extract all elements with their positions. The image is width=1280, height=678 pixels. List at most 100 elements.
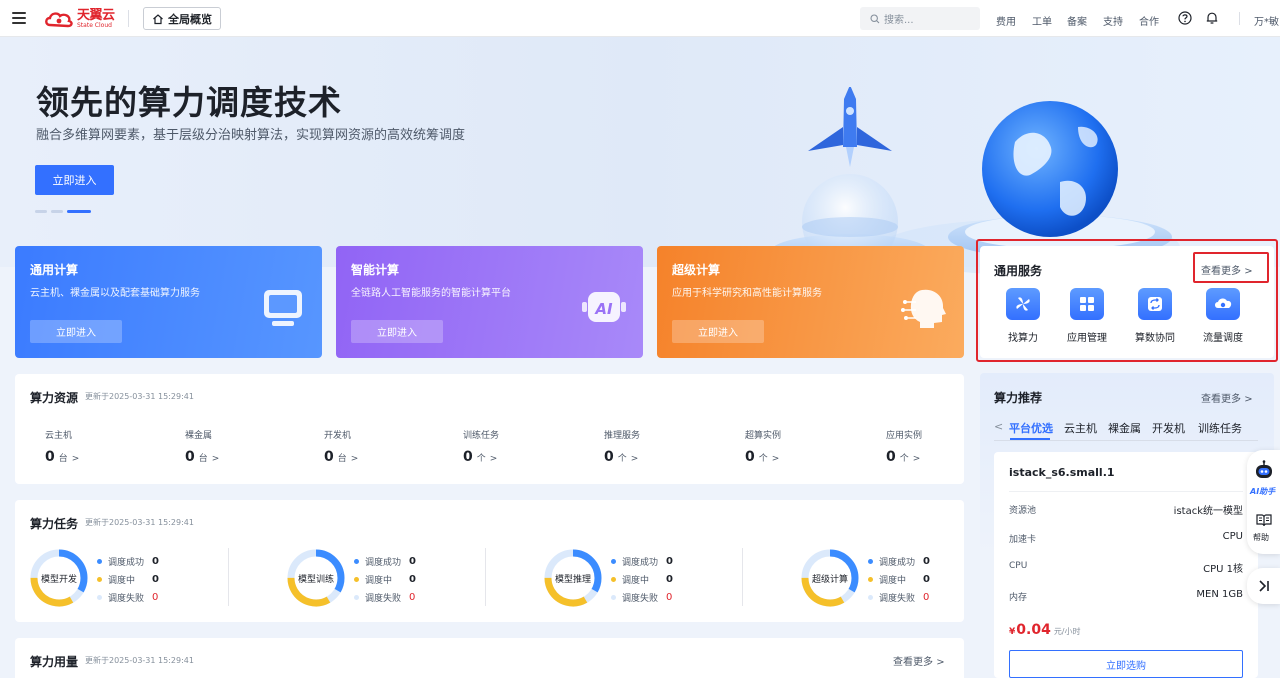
nav-tickets[interactable]: 工单: [1032, 13, 1052, 28]
tab-vm[interactable]: 云主机: [1064, 420, 1097, 436]
legend-failed: 调度失败: [108, 593, 145, 604]
card-enter-button[interactable]: 立即进入: [351, 320, 443, 343]
tab-bare-metal[interactable]: 裸金属: [1108, 420, 1141, 436]
ai-assistant-label[interactable]: AI助手: [1250, 486, 1275, 497]
resource-value: 0: [185, 449, 195, 465]
carousel-dot-active[interactable]: [67, 210, 91, 213]
tab-divider: [994, 440, 1258, 441]
task-legend: 调度成功 0 调度中 0 调度失败 0: [868, 552, 938, 606]
card-title: 超级计算: [672, 263, 721, 277]
collapse-button[interactable]: [1247, 568, 1280, 604]
spec-value: MEN 1GB: [1196, 589, 1243, 600]
nav-support[interactable]: 支持: [1103, 13, 1123, 28]
service-app-management[interactable]: 应用管理: [1057, 288, 1117, 344]
service-compute-data-collab[interactable]: 算数协同: [1125, 288, 1185, 344]
card-enter-button[interactable]: 立即进入: [672, 320, 764, 343]
search-input[interactable]: 搜索...: [860, 7, 980, 30]
success-dot: [354, 558, 359, 564]
nav-fees[interactable]: 费用: [996, 13, 1016, 28]
resource-inference-service[interactable]: 推理服务 0 个 >: [604, 428, 640, 465]
resource-vm[interactable]: 云主机 0 台 >: [45, 428, 79, 465]
hero-enter-button[interactable]: 立即进入: [35, 165, 114, 195]
tab-training-task[interactable]: 训练任务: [1198, 420, 1242, 436]
services-title: 通用服务: [994, 264, 1043, 278]
more-label: 查看更多: [893, 657, 933, 668]
card-intelligent-compute[interactable]: 智能计算 全链路人工智能服务的智能计算平台 立即进入 AI: [336, 246, 643, 358]
card-enter-button[interactable]: 立即进入: [30, 320, 122, 343]
task-model-inference[interactable]: 模型推理 调度成功 0 调度中 0 调度失败 0: [543, 548, 773, 608]
failed-dot: [868, 594, 873, 600]
monitor-icon: [264, 290, 302, 326]
resource-label: 云主机: [45, 431, 73, 441]
pending-count: 0: [923, 573, 930, 585]
book-icon[interactable]: [1256, 513, 1272, 527]
nav-partner[interactable]: 合作: [1139, 13, 1159, 28]
divider: [1239, 12, 1240, 25]
divider: [1009, 491, 1243, 492]
spec-price: ¥0.04 元/小时: [1009, 622, 1081, 638]
task-model-train[interactable]: 模型训练 调度成功 0 调度中 0 调度失败 0: [286, 548, 516, 608]
resource-bare-metal[interactable]: 裸金属 0 台 >: [185, 428, 219, 465]
chevron-right-icon: >: [71, 454, 80, 464]
collapse-right-icon: [1258, 580, 1269, 592]
carousel-dot[interactable]: [51, 210, 63, 213]
resource-training-task[interactable]: 训练任务 0 个 >: [463, 428, 499, 465]
card-desc: 云主机、裸金属以及配套基础算力服务: [30, 288, 200, 299]
tab-platform-pick[interactable]: 平台优选: [1009, 420, 1053, 436]
price-value: 0.04: [1016, 622, 1051, 638]
chevron-left-icon[interactable]: <: [994, 420, 1003, 433]
service-find-compute[interactable]: 找算力: [993, 288, 1053, 344]
card-general-compute[interactable]: 通用计算 云主机、裸金属以及配套基础算力服务 立即进入: [15, 246, 322, 358]
robot-icon[interactable]: [1253, 460, 1275, 480]
nav-filing[interactable]: 备案: [1067, 13, 1087, 28]
more-label: 查看更多: [1201, 266, 1241, 277]
sync-icon: [1138, 288, 1172, 320]
carousel-indicator[interactable]: [35, 210, 91, 213]
resource-hpc-instance[interactable]: 超算实例 0 个 >: [745, 428, 781, 465]
services-more-link[interactable]: 查看更多 >: [1201, 262, 1253, 277]
menu-icon[interactable]: [12, 12, 26, 24]
resource-label: 裸金属: [185, 431, 213, 441]
resource-value: 0: [45, 449, 55, 465]
resource-unit: 台: [198, 454, 208, 464]
carousel-dot[interactable]: [35, 210, 47, 213]
help-label[interactable]: 帮助: [1253, 532, 1269, 543]
chevron-right-icon: >: [350, 454, 359, 464]
service-label: 应用管理: [1067, 333, 1107, 344]
spec-key: 资源池: [1009, 506, 1037, 516]
cloud-logo-icon: [45, 12, 73, 28]
help-icon[interactable]: [1178, 11, 1192, 25]
usage-more-link[interactable]: 查看更多 >: [893, 653, 945, 668]
legend-pending: 调度中: [879, 575, 907, 586]
chevron-right-icon: >: [630, 454, 639, 464]
task-model-dev[interactable]: 模型开发 调度成功 0 调度中 0 调度失败 0: [29, 548, 259, 608]
resource-unit: 个: [476, 454, 486, 464]
spec-name: istack_s6.small.1: [1009, 466, 1115, 479]
cloud-icon: [1206, 288, 1240, 320]
service-label: 流量调度: [1203, 333, 1243, 344]
logo[interactable]: 天翼云 State Cloud: [44, 9, 115, 29]
resource-unit: 台: [58, 454, 68, 464]
user-name[interactable]: 万*敏: [1254, 13, 1279, 28]
divider: [228, 548, 229, 606]
resource-dev-machine[interactable]: 开发机 0 台 >: [324, 428, 358, 465]
failed-dot: [611, 594, 616, 600]
chevron-right-icon: >: [211, 454, 220, 464]
spec-value: istack统一模型: [1173, 506, 1243, 517]
search-icon: [870, 13, 880, 23]
chevron-right-icon: >: [912, 454, 921, 464]
tab-dev-machine[interactable]: 开发机: [1152, 420, 1185, 436]
pending-count: 0: [666, 573, 673, 585]
logo-en: State Cloud: [77, 22, 112, 29]
service-label: 找算力: [1008, 333, 1038, 344]
pinwheel-icon: [1006, 288, 1040, 320]
bell-icon[interactable]: [1205, 11, 1219, 25]
card-super-compute[interactable]: 超级计算 应用于科学研究和高性能计算服务 立即进入: [657, 246, 964, 358]
buy-now-button[interactable]: 立即选购: [1009, 650, 1243, 678]
resource-app-instance[interactable]: 应用实例 0 个 >: [886, 428, 922, 465]
resource-unit: 个: [758, 454, 768, 464]
overview-button[interactable]: 全局概览: [143, 7, 221, 30]
recommend-more-link[interactable]: 查看更多 >: [1201, 390, 1253, 405]
service-traffic-scheduling[interactable]: 流量调度: [1193, 288, 1253, 344]
failed-dot: [354, 594, 359, 600]
